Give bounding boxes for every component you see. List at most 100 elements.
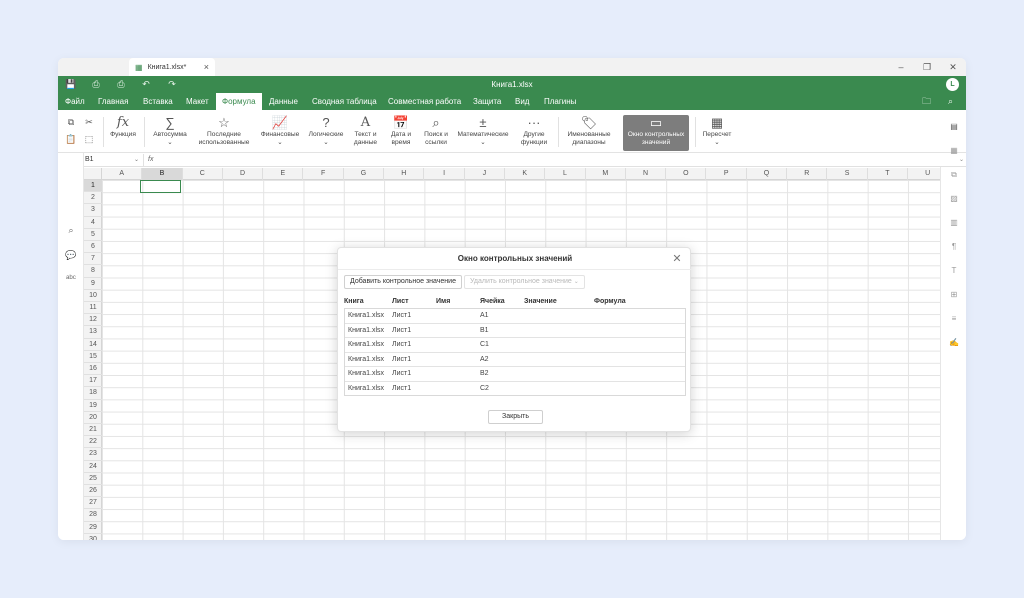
text-data-button[interactable]: A Текст и данные bbox=[348, 115, 383, 151]
column-header-j[interactable]: J bbox=[465, 168, 505, 180]
column-header-d[interactable]: D bbox=[223, 168, 264, 180]
menu-layout[interactable]: Макет bbox=[186, 93, 209, 110]
copy-icon[interactable]: ⧉ bbox=[64, 116, 78, 129]
name-box[interactable]: B1 ⌄ bbox=[84, 154, 144, 166]
paste-icon[interactable]: 📋 bbox=[64, 133, 78, 146]
table-row[interactable]: Книга1.xlsx Лист1 C2 bbox=[345, 382, 685, 397]
close-window-icon[interactable]: ✕ bbox=[944, 60, 962, 74]
menu-data[interactable]: Данные bbox=[269, 93, 298, 110]
column-header-o[interactable]: O bbox=[666, 168, 707, 180]
column-header-e[interactable]: E bbox=[263, 168, 304, 180]
close-tab-icon[interactable]: × bbox=[204, 62, 209, 72]
menu-insert[interactable]: Вставка bbox=[143, 93, 173, 110]
autosum-button[interactable]: ∑ Автосумма ⌄ bbox=[148, 115, 192, 151]
row-header-17[interactable]: 17 bbox=[84, 375, 102, 388]
column-header-q[interactable]: Q bbox=[747, 168, 788, 180]
column-header-c[interactable]: C bbox=[183, 168, 223, 180]
row-header-14[interactable]: 14 bbox=[84, 339, 102, 351]
close-icon[interactable]: ✕ bbox=[670, 252, 684, 266]
close-button[interactable]: Закрыть bbox=[488, 410, 543, 424]
cut-icon[interactable]: ✂ bbox=[82, 116, 96, 129]
column-header-t[interactable]: T bbox=[868, 168, 908, 180]
table-row[interactable]: Книга1.xlsx Лист1 A2 bbox=[345, 353, 685, 368]
row-header-16[interactable]: 16 bbox=[84, 363, 102, 376]
row-header-13[interactable]: 13 bbox=[84, 326, 102, 339]
financial-button[interactable]: 📈 Финансовые ⌄ bbox=[258, 115, 302, 151]
table-row[interactable]: Книга1.xlsx Лист1 B2 bbox=[345, 367, 685, 382]
pivot-settings-icon[interactable]: ⊞ bbox=[948, 289, 960, 301]
column-header-p[interactable]: P bbox=[707, 168, 747, 180]
search-icon[interactable]: ⌕ bbox=[64, 223, 78, 237]
column-header-h[interactable]: H bbox=[384, 168, 425, 180]
recalculate-button[interactable]: ▦ Пересчет ⌄ bbox=[698, 115, 736, 151]
row-header-18[interactable]: 18 bbox=[84, 387, 102, 400]
table-settings-icon[interactable]: ▦ bbox=[948, 145, 960, 157]
add-watch-button[interactable]: Добавить контрольное значение bbox=[344, 275, 462, 289]
select-all-corner[interactable] bbox=[84, 168, 102, 180]
row-header-22[interactable]: 22 bbox=[84, 436, 102, 449]
avatar[interactable]: L bbox=[946, 78, 959, 91]
row-header-3[interactable]: 3 bbox=[84, 204, 102, 217]
row-header-25[interactable]: 25 bbox=[84, 473, 102, 485]
menu-view[interactable]: Вид bbox=[515, 93, 529, 110]
row-header-26[interactable]: 26 bbox=[84, 485, 102, 498]
column-header-f[interactable]: F bbox=[304, 168, 344, 180]
column-header-i[interactable]: I bbox=[424, 168, 465, 180]
recently-used-button[interactable]: ☆ Последние использованные bbox=[192, 115, 256, 151]
formula-input[interactable] bbox=[160, 154, 950, 166]
row-header-2[interactable]: 2 bbox=[84, 192, 102, 205]
column-header-m[interactable]: M bbox=[586, 168, 626, 180]
column-header-n[interactable]: N bbox=[626, 168, 667, 180]
row-header-9[interactable]: 9 bbox=[84, 278, 102, 290]
row-header-21[interactable]: 21 bbox=[84, 424, 102, 437]
search-icon[interactable]: ⌕ bbox=[948, 93, 953, 110]
menu-file[interactable]: Файл bbox=[65, 93, 85, 110]
restore-icon[interactable]: ❐ bbox=[918, 60, 936, 74]
row-header-8[interactable]: 8 bbox=[84, 265, 102, 278]
signature-icon[interactable]: ✍ bbox=[948, 337, 960, 349]
undo-icon[interactable]: ↶ bbox=[139, 76, 153, 93]
column-header-a[interactable]: A bbox=[102, 168, 143, 180]
math-button[interactable]: ± Математические ⌄ bbox=[454, 115, 512, 151]
row-header-11[interactable]: 11 bbox=[84, 302, 102, 315]
table-row[interactable]: Книга1.xlsx Лист1 C1 bbox=[345, 338, 685, 353]
column-header-b[interactable]: B bbox=[142, 168, 183, 180]
quick-print-icon[interactable]: ⎙ bbox=[114, 76, 128, 93]
more-functions-button[interactable]: ··· Другие функции bbox=[514, 115, 554, 151]
row-header-4[interactable]: 4 bbox=[84, 217, 102, 229]
row-header-27[interactable]: 27 bbox=[84, 497, 102, 510]
print-icon[interactable]: ⎙ bbox=[89, 76, 103, 93]
menu-protection[interactable]: Защита bbox=[473, 93, 501, 110]
cell-settings-icon[interactable]: ▤ bbox=[948, 121, 960, 133]
watch-window-button[interactable]: ▭ Окно контрольных значений bbox=[623, 115, 689, 151]
row-header-29[interactable]: 29 bbox=[84, 522, 102, 534]
column-header-k[interactable]: K bbox=[505, 168, 546, 180]
comment-icon[interactable]: 💬 bbox=[64, 248, 78, 262]
row-header-23[interactable]: 23 bbox=[84, 448, 102, 461]
table-row[interactable]: Книга1.xlsx Лист1 B1 bbox=[345, 324, 685, 339]
column-header-l[interactable]: L bbox=[545, 168, 586, 180]
table-row[interactable]: Книга1.xlsx Лист1 A1 bbox=[345, 309, 685, 324]
row-header-10[interactable]: 10 bbox=[84, 290, 102, 302]
menu-collaboration[interactable]: Совместная работа bbox=[388, 93, 461, 110]
column-header-u[interactable]: U bbox=[908, 168, 940, 180]
row-header-19[interactable]: 19 bbox=[84, 400, 102, 412]
spellcheck-icon[interactable]: ᵃᵇᶜ bbox=[64, 271, 78, 285]
shape-settings-icon[interactable]: ⧉ bbox=[948, 169, 960, 181]
folder-icon[interactable]: 🗀 bbox=[922, 93, 931, 110]
minimize-icon[interactable]: – bbox=[892, 60, 910, 74]
save-icon[interactable]: 💾 bbox=[64, 76, 78, 93]
column-header-r[interactable]: R bbox=[787, 168, 828, 180]
row-header-5[interactable]: 5 bbox=[84, 229, 102, 241]
row-header-6[interactable]: 6 bbox=[84, 241, 102, 254]
paragraph-settings-icon[interactable]: ¶ bbox=[948, 241, 960, 253]
delete-watch-button[interactable]: Удалить контрольное значение ⌄ bbox=[464, 275, 585, 289]
format-painter-icon[interactable]: ⬚ bbox=[82, 133, 96, 146]
column-header-s[interactable]: S bbox=[827, 168, 868, 180]
redo-icon[interactable]: ↷ bbox=[165, 76, 179, 93]
menu-formula[interactable]: Формула bbox=[216, 93, 262, 110]
selected-cell[interactable] bbox=[140, 180, 181, 193]
date-time-button[interactable]: 📅 Дата и время bbox=[384, 115, 418, 151]
insert-function-button[interactable]: fx Функция bbox=[106, 115, 140, 151]
chart-settings-icon[interactable]: ▥ bbox=[948, 217, 960, 229]
